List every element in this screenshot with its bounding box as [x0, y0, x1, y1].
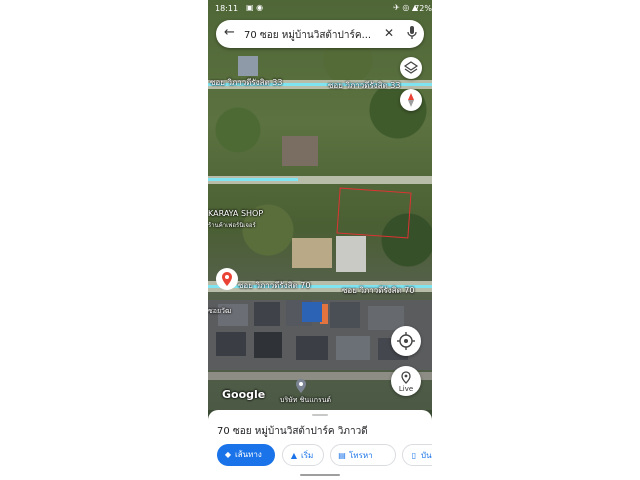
compass-button[interactable] [400, 89, 422, 111]
bottom-place-label: บริษัท ชินแกรนด์ [280, 396, 332, 404]
house-roof [296, 336, 328, 360]
road-highlight-side [208, 178, 298, 181]
road-label-70-right: ซอย วิภาวดีรังสิต 70 [342, 286, 415, 295]
call-button[interactable]: ▤ โทรหา [330, 444, 396, 466]
road-label-33-right: ซอย วิภาวดีรังสิต 33 [328, 81, 401, 90]
microphone-icon[interactable] [406, 25, 418, 41]
place-bottom-sheet[interactable]: 70 ซอย หมู่บ้านวิสต้าปาร์ค วิภาวดี ◆ เส้น… [208, 410, 432, 480]
road-label-33-left: ซอย วิภาวดีรังสิต 33 [210, 78, 283, 87]
status-bar: 18:11 ▣ ◉ ✈ ◎ ▲ 72% [208, 0, 432, 18]
empty-lot [292, 238, 332, 268]
place-title: 70 ซอย หมู่บ้านวิสต้าปาร์ค วิภาวดี [217, 426, 368, 437]
house-roof [216, 332, 246, 356]
layers-button[interactable] [400, 57, 422, 79]
plot-outline [336, 187, 412, 239]
phone-icon: ▤ [338, 451, 346, 460]
google-logo: Google [222, 388, 266, 401]
layers-icon [403, 61, 419, 74]
start-label: เริ่ม [301, 451, 314, 460]
building [238, 56, 258, 76]
search-bar[interactable]: ← 70 ซอย หมู่บ้านวิสต้าปาร์ค... ✕ [216, 20, 424, 48]
shop-label[interactable]: KARAYA SHOP [208, 209, 263, 218]
my-location-button[interactable] [391, 326, 421, 356]
back-arrow-icon[interactable]: ← [224, 26, 235, 40]
house-roof [254, 302, 280, 326]
phone-screen: ซอย วิภาวดีรังสิต 33 ซอย วิภาวดีรังสิต 3… [208, 0, 432, 480]
directions-label: เส้นทาง [235, 450, 262, 459]
battery-level: 72% [414, 4, 432, 13]
save-button[interactable]: ▯ บัน [402, 444, 432, 466]
directions-button[interactable]: ◆ เส้นทาง [217, 444, 275, 466]
live-view-button[interactable]: Live [391, 366, 421, 396]
bookmark-icon: ▯ [411, 451, 417, 460]
navigation-arrow-icon: ▲ [290, 451, 298, 460]
building [336, 236, 366, 272]
building [282, 136, 318, 166]
sheet-drag-handle[interactable] [312, 414, 328, 416]
grey-place-marker-icon[interactable] [296, 378, 306, 393]
house-roof [330, 302, 360, 328]
house-roof [336, 336, 370, 360]
road-label-70-left: ซอย วิภาวดีรังสิต 70 [238, 281, 311, 290]
status-time: 18:11 [215, 4, 239, 13]
directions-icon: ◆ [224, 450, 232, 459]
blue-roof [302, 302, 322, 322]
crosshair-icon [397, 332, 415, 350]
search-query[interactable]: 70 ซอย หมู่บ้านวิสต้าปาร์ค... [244, 28, 374, 43]
call-label: โทรหา [349, 451, 373, 460]
house-roof [254, 332, 282, 358]
gesture-bar[interactable] [300, 474, 340, 476]
notification-icons: ▣ ◉ [246, 3, 264, 12]
clear-icon[interactable]: ✕ [384, 26, 394, 40]
location-pin-icon[interactable] [216, 268, 238, 292]
side-label: ซอยวัฒ [208, 307, 232, 315]
start-button[interactable]: ▲ เริ่ม [282, 444, 324, 466]
live-label: Live [398, 385, 414, 393]
shop-sublabel: ร้านค้าเฟอร์นิเจอร์ [208, 222, 256, 229]
compass-icon [408, 93, 414, 107]
save-label: บัน [421, 451, 432, 460]
